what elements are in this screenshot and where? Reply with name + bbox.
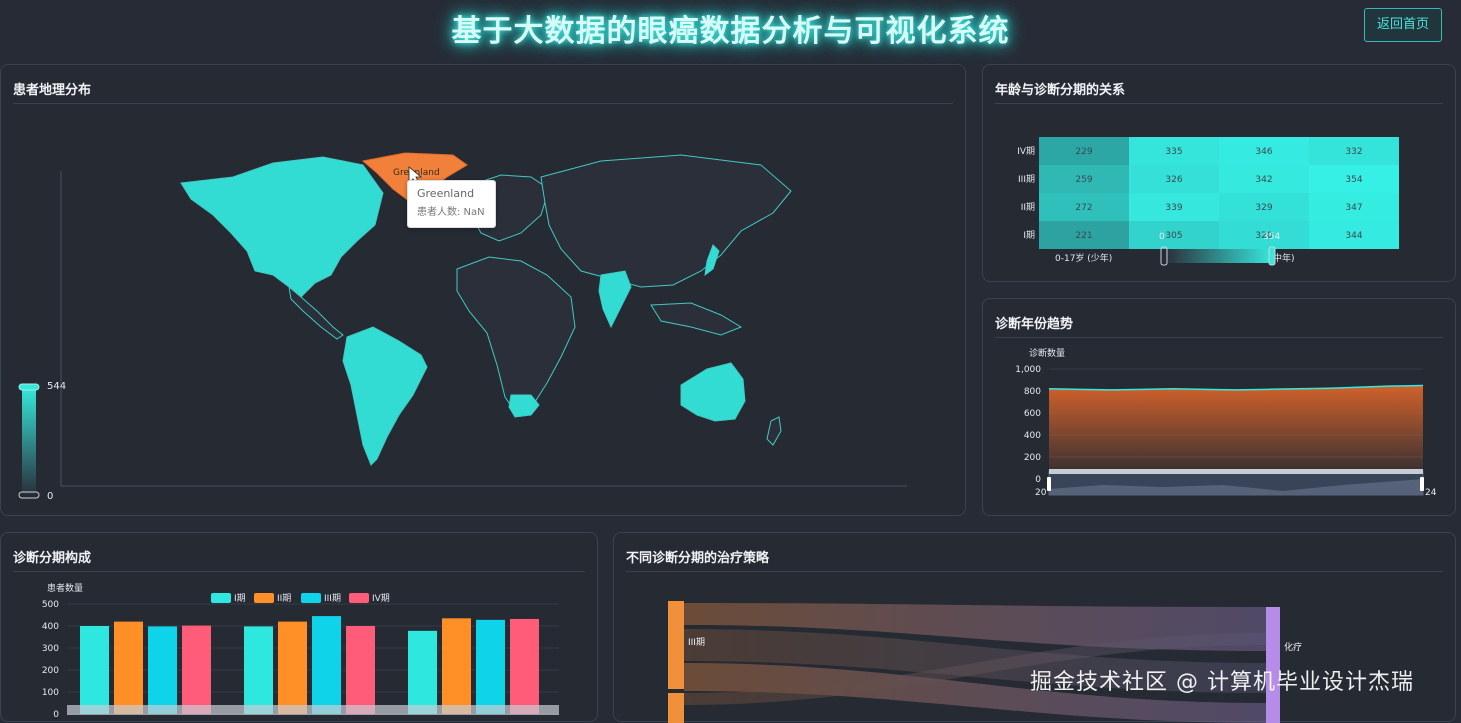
bar bbox=[80, 626, 109, 714]
heatmap-cell-label: 259 bbox=[1075, 175, 1092, 185]
data-zoom-end: 24 bbox=[1425, 488, 1437, 498]
tooltip-value: 患者人数: NaN bbox=[417, 207, 485, 218]
tooltip-title: Greenland bbox=[417, 187, 475, 200]
region-africa bbox=[456, 256, 576, 416]
heatmap-cell-label: 347 bbox=[1345, 203, 1362, 213]
bar bbox=[244, 626, 273, 714]
visual-map-min: 0 bbox=[47, 491, 53, 502]
region-southeast-asia bbox=[650, 302, 743, 336]
heatmap-y-label: II期 bbox=[1021, 202, 1035, 213]
bar bbox=[312, 616, 341, 714]
bar bbox=[278, 621, 307, 714]
trend-y-tick: 400 bbox=[1024, 431, 1041, 441]
stage-bar-chart[interactable]: 患者数量 I期 II期 III期 IV期 500 400 300 200 100 0 bbox=[1, 533, 597, 723]
heatmap-slider-handle-right bbox=[1268, 246, 1276, 266]
bar bbox=[114, 621, 143, 714]
bar bbox=[346, 626, 375, 714]
bar-y-tick: 0 bbox=[53, 710, 59, 720]
data-zoom-handle-right[interactable] bbox=[1420, 477, 1424, 491]
trend-y-axis-title: 诊断数量 bbox=[1029, 347, 1065, 359]
trend-panel: 诊断年份趋势 诊断数量 1,000 800 600 400 200 0 20 24 bbox=[982, 298, 1456, 516]
heatmap-cell-label: 339 bbox=[1165, 203, 1182, 213]
region-new-zealand bbox=[766, 416, 782, 446]
heatmap-cell-label: 332 bbox=[1345, 147, 1362, 157]
trend-y-tick: 1,000 bbox=[1015, 365, 1041, 375]
heatmap-y-label: III期 bbox=[1018, 174, 1035, 185]
header: 基于大数据的眼癌数据分析与可视化系统 返回首页 bbox=[0, 0, 1461, 58]
bar bbox=[408, 630, 437, 714]
visual-map-handle-top bbox=[18, 383, 40, 391]
region-north-america bbox=[180, 156, 384, 298]
heatmap-x-label-partial: 中年) bbox=[1273, 252, 1295, 264]
back-home-button[interactable]: 返回首页 bbox=[1364, 8, 1442, 42]
sankey-node-left bbox=[668, 601, 684, 689]
bar-y-tick: 100 bbox=[42, 688, 59, 698]
data-zoom-top-bar bbox=[1049, 469, 1423, 474]
page-title: 基于大数据的眼癌数据分析与可视化系统 bbox=[451, 14, 1010, 49]
heatmap-slider-min: 0 bbox=[1159, 232, 1165, 242]
trend-y-tick: 200 bbox=[1024, 453, 1041, 463]
world-map[interactable]: 544 0 Greenland bbox=[1, 65, 965, 517]
legend-label: IV期 bbox=[372, 593, 390, 604]
stage-panel: 诊断分期构成 患者数量 I期 II期 III期 IV期 500 400 300 200 100… bbox=[0, 532, 598, 722]
sankey-node-label-right: 化疗 bbox=[1284, 641, 1302, 653]
heatmap-cell-label: 344 bbox=[1345, 231, 1362, 241]
trend-y-tick: 0 bbox=[1035, 475, 1041, 485]
heatmap-y-label: I期 bbox=[1023, 230, 1035, 241]
trend-y-tick: 600 bbox=[1024, 409, 1041, 419]
heatmap-cell-label: 346 bbox=[1255, 147, 1272, 157]
heatmap-cell-label: 342 bbox=[1255, 175, 1272, 185]
legend-swatch bbox=[254, 593, 274, 603]
bar bbox=[442, 618, 471, 714]
age-stage-panel: 年龄与诊断分期的关系 229 335 346 332 259 326 342 354 272 33… bbox=[982, 64, 1456, 282]
watermark-text: 掘金技术社区 @ 计算机毕业设计杰瑞 bbox=[1030, 670, 1414, 695]
region-australia bbox=[680, 362, 746, 422]
trend-y-tick: 800 bbox=[1024, 387, 1041, 397]
map-tooltip: Greenland 患者人数: NaN bbox=[407, 180, 496, 228]
map-panel: 患者地理分布 544 0 Greenland 患者人数: NaN bbox=[0, 64, 966, 516]
visual-map-max: 544 bbox=[47, 381, 66, 392]
bar bbox=[510, 618, 539, 714]
sankey-node-left-2 bbox=[668, 693, 684, 723]
heatmap-cell-label: 329 bbox=[1255, 203, 1272, 213]
heatmap-cell-label: 326 bbox=[1165, 175, 1182, 185]
bar bbox=[476, 619, 505, 714]
bar-y-tick: 200 bbox=[42, 666, 59, 676]
heatmap-y-label: IV期 bbox=[1017, 146, 1035, 157]
bar-y-tick: 300 bbox=[42, 644, 59, 654]
bar bbox=[182, 625, 211, 714]
heatmap-slider-track bbox=[1165, 249, 1273, 263]
bar-y-tick: 500 bbox=[42, 600, 59, 610]
legend-swatch bbox=[349, 593, 369, 603]
legend-label: I期 bbox=[234, 593, 246, 604]
bar-y-tick: 400 bbox=[42, 622, 59, 632]
heatmap-x-label: 0-17岁 (少年) bbox=[1055, 252, 1112, 264]
heatmap-cell-label: 272 bbox=[1075, 203, 1092, 213]
trend-chart[interactable]: 诊断数量 1,000 800 600 400 200 0 20 24 bbox=[983, 299, 1455, 515]
legend-label: II期 bbox=[277, 593, 291, 604]
heatmap-cell-label: 229 bbox=[1075, 147, 1092, 157]
legend-swatch bbox=[301, 593, 321, 603]
region-india bbox=[598, 270, 632, 329]
data-zoom-start: 20 bbox=[1035, 488, 1047, 498]
heatmap-chart[interactable]: 229 335 346 332 259 326 342 354 272 339 329 347 221 3… bbox=[983, 65, 1455, 281]
visual-map-bar bbox=[22, 387, 36, 495]
heatmap-cell-label: 354 bbox=[1345, 175, 1362, 185]
legend-swatch bbox=[211, 593, 231, 603]
data-zoom-handle-left[interactable] bbox=[1047, 477, 1051, 491]
heatmap-cell-label: 335 bbox=[1165, 147, 1182, 157]
trend-area bbox=[1049, 385, 1423, 479]
bar bbox=[148, 626, 177, 714]
region-asia bbox=[540, 154, 792, 288]
bar-y-axis-title: 患者数量 bbox=[47, 582, 83, 594]
heatmap-cell-label: 221 bbox=[1075, 231, 1092, 241]
region-south-america bbox=[342, 326, 428, 466]
heatmap-slider-max: 354 bbox=[1263, 232, 1280, 242]
legend-label: III期 bbox=[324, 593, 341, 604]
heatmap-cell-label: 305 bbox=[1165, 231, 1182, 241]
region-central-america bbox=[288, 285, 344, 340]
sankey-node-label-left: III期 bbox=[688, 637, 705, 648]
